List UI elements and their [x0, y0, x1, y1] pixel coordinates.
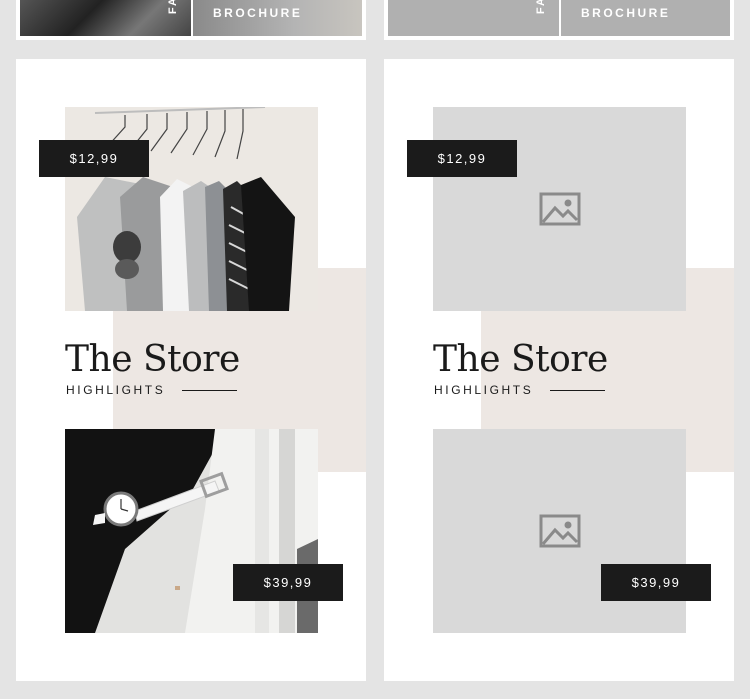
top-card-left[interactable]: FA BROCHURE	[16, 0, 366, 40]
brochure-label: BROCHURE	[581, 6, 671, 20]
price-tag: $39,99	[233, 564, 343, 601]
price-tag: $12,99	[39, 140, 149, 177]
vertical-title-text: FA	[535, 0, 547, 15]
image-placeholder-icon	[539, 192, 580, 226]
divider-line	[550, 390, 605, 391]
price-tag: $39,99	[601, 564, 711, 601]
clothes-rack-photo	[65, 107, 318, 311]
highlights-subtitle: HIGHLIGHTS	[434, 383, 534, 397]
highlights-subtitle: HIGHLIGHTS	[66, 383, 166, 397]
store-title: The Store	[65, 339, 240, 380]
brochure-label: BROCHURE	[213, 6, 303, 20]
top-tile-brochure: BROCHURE	[193, 0, 362, 36]
top-card-right[interactable]: FA BROCHURE	[384, 0, 734, 40]
watch-photo	[65, 429, 318, 633]
price-tag: $12,99	[407, 140, 517, 177]
divider-line	[182, 390, 237, 391]
image-placeholder-icon	[539, 514, 580, 548]
image-placeholder[interactable]	[433, 107, 686, 311]
image-placeholder[interactable]	[433, 429, 686, 633]
top-tile-placeholder: FA	[388, 0, 559, 36]
vertical-title-text: FA	[167, 0, 179, 15]
store-title: The Store	[433, 339, 608, 380]
top-tile-photo: FA	[20, 0, 191, 36]
template-card-placeholder[interactable]: $12,99 The Store HIGHLIGHTS $39,99	[384, 59, 734, 681]
template-card-preview[interactable]: $12,99 The Store HIGHLIGHTS $39,99	[16, 59, 366, 681]
top-tile-brochure: BROCHURE	[561, 0, 730, 36]
